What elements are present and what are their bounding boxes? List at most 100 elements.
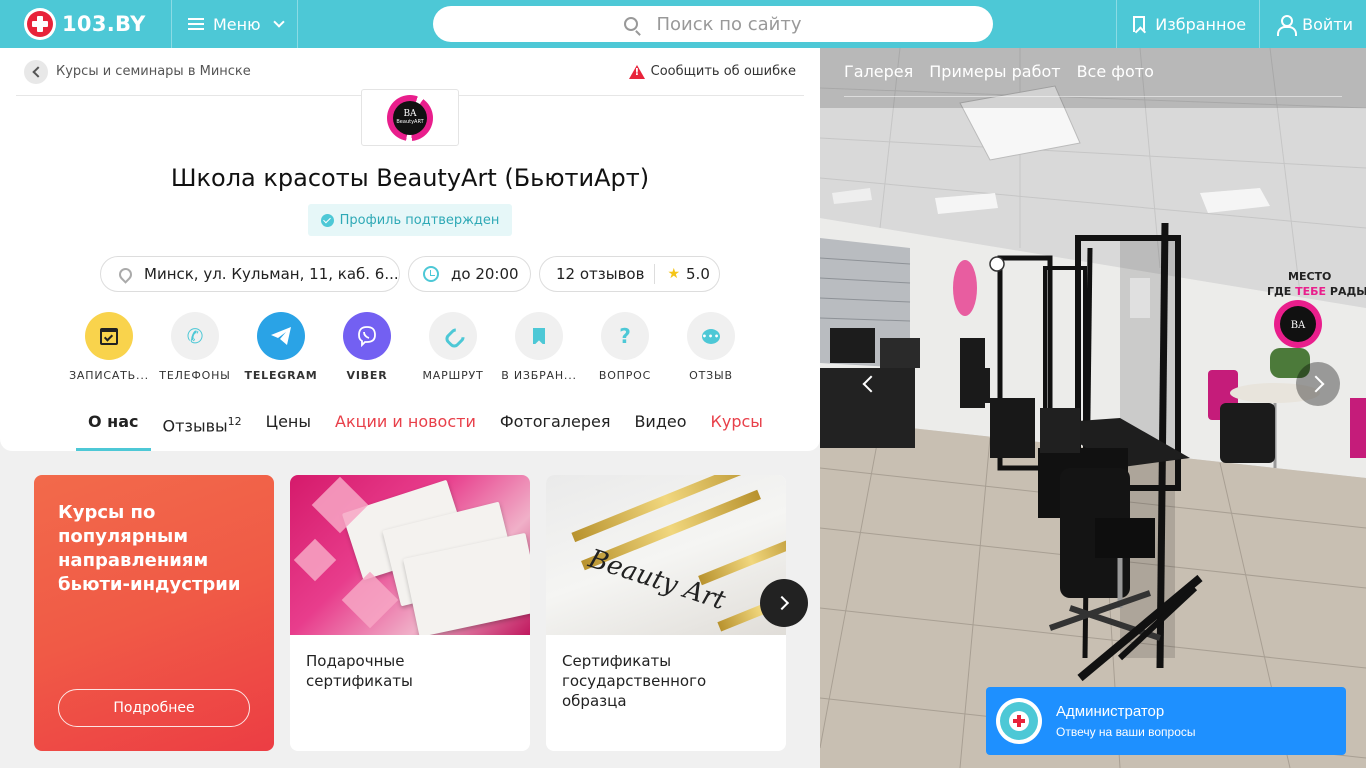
- hours-text: до 20:00: [451, 265, 519, 283]
- bookmark-icon: [1133, 16, 1146, 32]
- map-pin-icon: [116, 264, 135, 284]
- report-error-label: Сообщить об ошибке: [650, 64, 796, 79]
- verified-label: Профиль подтвержден: [339, 212, 500, 228]
- gallery-divider: [844, 96, 1342, 97]
- chat-widget[interactable]: Администратор Отвечу на ваши вопросы: [986, 687, 1346, 755]
- report-error-link[interactable]: Сообщить об ошибке: [628, 64, 796, 79]
- phone-icon: ✆: [171, 312, 219, 360]
- viber-icon: [343, 312, 391, 360]
- menu-label: Меню: [213, 14, 261, 34]
- tab-reviews[interactable]: Отзывы12: [151, 400, 254, 451]
- gallery-tab-works[interactable]: Примеры работ: [929, 62, 1060, 81]
- action-label: МАРШРУТ: [422, 369, 484, 382]
- action-favorite[interactable]: В ИЗБРАН...: [496, 312, 582, 382]
- hours-pill[interactable]: до 20:00: [408, 256, 531, 292]
- promo-card: Курсы по популярным направлениям бьюти-и…: [34, 475, 274, 751]
- action-review[interactable]: ••• ОТЗЫВ: [668, 312, 754, 382]
- action-question[interactable]: ? ВОПРОС: [582, 312, 668, 382]
- search-placeholder: Поиск по сайту: [656, 13, 802, 35]
- pill-divider: [654, 264, 656, 284]
- company-logo: BA BeautyART: [361, 89, 459, 146]
- tab-about[interactable]: О нас: [76, 400, 151, 451]
- chat-subtitle: Отвечу на ваши вопросы: [1056, 725, 1196, 739]
- tab-video[interactable]: Видео: [622, 400, 698, 451]
- action-label: ВОПРОС: [598, 369, 652, 382]
- action-label: ОТЗЫВ: [689, 369, 733, 382]
- calendar-check-icon: [85, 312, 133, 360]
- state-certificates-image: Beauty Art: [546, 475, 786, 635]
- tab-promotions[interactable]: Акции и новости: [323, 400, 488, 451]
- favorites-label: Избранное: [1155, 14, 1247, 34]
- wall-logo: BA: [1291, 320, 1306, 331]
- gallery-prev-button[interactable]: [846, 362, 890, 406]
- admin-avatar: [996, 698, 1042, 744]
- card-caption: Сертификаты государственного образца: [562, 652, 707, 710]
- gallery-tab-gallery[interactable]: Галерея: [844, 62, 913, 81]
- warning-icon: [628, 64, 645, 79]
- check-circle-icon: [320, 213, 334, 227]
- login-link[interactable]: Войти: [1259, 0, 1366, 48]
- chat-bubble-icon: •••: [687, 312, 735, 360]
- promo-title: Курсы по популярным направлениям бьюти-и…: [58, 502, 241, 595]
- action-phones[interactable]: ✆ ТЕЛЕФОНЫ: [152, 312, 238, 382]
- company-card: Курсы и семинары в Минске Сообщить об ош…: [0, 48, 820, 451]
- gallery-tabs: Галерея Примеры работ Все фото: [844, 62, 1170, 81]
- tab-courses[interactable]: Курсы: [699, 400, 775, 451]
- route-icon: [429, 312, 477, 360]
- wall-text-2b: ТЕБЕ: [1295, 285, 1326, 298]
- search-icon: [624, 17, 639, 31]
- carousel-next-button[interactable]: [760, 579, 808, 627]
- action-label: ЗАПИСАТЬ...: [69, 369, 149, 382]
- tab-prices[interactable]: Цены: [254, 400, 323, 451]
- action-label: TELEGRAM: [244, 369, 318, 382]
- action-telegram[interactable]: TELEGRAM: [238, 312, 324, 382]
- gallery-tab-all[interactable]: Все фото: [1077, 62, 1154, 81]
- photo-gallery: BA МЕСТО ГДЕ ТЕБЕ РАДЫ Галерея Примеры р…: [820, 48, 1366, 768]
- login-label: Войти: [1302, 14, 1353, 34]
- tab-photo-gallery[interactable]: Фотогалерея: [488, 400, 623, 451]
- top-header: 103.BY Меню Поиск по сайту Избранное Вой…: [0, 0, 1366, 48]
- salon-photo: BA МЕСТО ГДЕ ТЕБЕ РАДЫ: [820, 48, 1366, 768]
- tab-bar: О нас Отзывы12 Цены Акции и новости Фото…: [76, 400, 775, 451]
- verified-badge: Профиль подтвержден: [308, 204, 512, 236]
- gift-certificates-image: [290, 475, 530, 635]
- site-logo[interactable]: 103.BY: [0, 0, 172, 48]
- wall-text-2a: ГДЕ: [1267, 285, 1295, 298]
- search-input[interactable]: Поиск по сайту: [433, 6, 993, 42]
- tab-reviews-label: Отзывы: [162, 416, 228, 436]
- telegram-icon: [257, 312, 305, 360]
- hamburger-icon: [188, 18, 204, 30]
- user-icon: [1276, 15, 1298, 36]
- chevron-down-icon: [272, 15, 285, 28]
- favorites-link[interactable]: Избранное: [1116, 0, 1259, 48]
- red-cross-icon: [1009, 711, 1029, 731]
- more-button[interactable]: Подробнее: [58, 689, 250, 727]
- red-cross-logo-icon: [24, 8, 56, 40]
- gallery-next-button[interactable]: [1296, 362, 1340, 406]
- address-text: Минск, ул. Кульман, 11, каб. 6...: [144, 265, 399, 283]
- action-book[interactable]: ЗАПИСАТЬ...: [66, 312, 152, 382]
- card-caption: Подарочные сертификаты: [306, 652, 413, 690]
- menu-button[interactable]: Меню: [172, 0, 298, 48]
- question-icon: ?: [601, 312, 649, 360]
- tab-reviews-count: 12: [227, 415, 242, 428]
- action-route[interactable]: МАРШРУТ: [410, 312, 496, 382]
- address-pill[interactable]: Минск, ул. Кульман, 11, каб. 6...: [100, 256, 400, 292]
- star-icon: ★: [667, 266, 681, 282]
- back-button[interactable]: [24, 59, 48, 84]
- reviews-count: 12 отзывов: [556, 265, 645, 283]
- state-certificates-card[interactable]: Beauty Art Сертификаты государственного …: [546, 475, 786, 751]
- action-label: VIBER: [346, 369, 388, 382]
- bookmark-icon: [515, 312, 563, 360]
- clock-icon: [423, 266, 439, 282]
- logo-text: 103.BY: [62, 12, 146, 36]
- reviews-pill[interactable]: 12 отзывов ★ 5.0: [539, 256, 720, 292]
- page-title: Школа красоты BeautyArt (БьютиАрт): [170, 164, 650, 192]
- gift-certificates-card[interactable]: Подарочные сертификаты: [290, 475, 530, 751]
- wall-text-1: МЕСТО: [1288, 270, 1331, 283]
- action-buttons: ЗАПИСАТЬ... ✆ ТЕЛЕФОНЫ TELEGRAM VIBER МА…: [66, 312, 754, 382]
- breadcrumb-link[interactable]: Курсы и семинары в Минске: [56, 64, 251, 79]
- action-label: ТЕЛЕФОНЫ: [159, 369, 231, 382]
- action-viber[interactable]: VIBER: [324, 312, 410, 382]
- company-logo-text: BeautyART: [396, 118, 424, 125]
